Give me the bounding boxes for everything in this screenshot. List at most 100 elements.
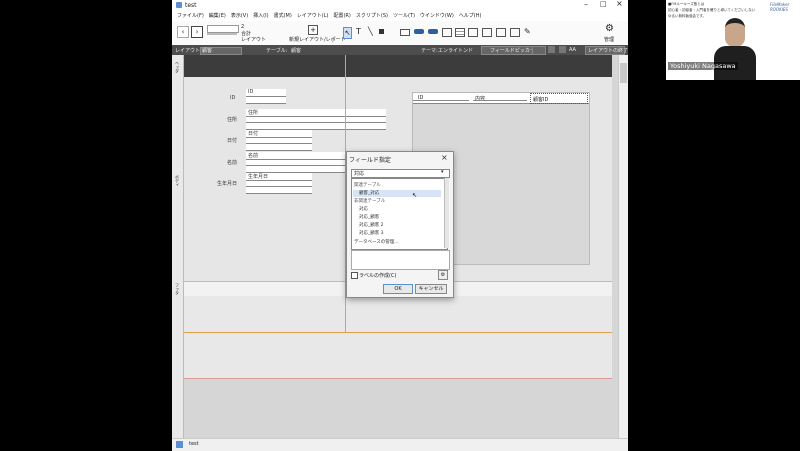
ok-button[interactable]: OK [383,284,413,294]
tab-control-tool-icon[interactable] [442,28,452,37]
field-label-birthday: 生年月日 [217,181,238,187]
line-tool-icon[interactable]: ╲ [368,27,373,36]
new-layout-button[interactable]: 新規レイアウト/レポート [289,36,346,43]
menu-layout[interactable]: レイアウト(L) [297,11,329,21]
create-label-checkbox[interactable] [351,272,358,279]
layout-value: 顧客 [202,48,213,54]
field-picker-label: フィールドピッカー [490,48,535,54]
taskbar: test [172,438,628,451]
theme-value[interactable]: エンライトンド [438,47,473,54]
menu-tools[interactable]: ツール(T) [393,11,415,21]
text-tool-icon[interactable]: T [356,27,361,36]
layout-label: レイアウト: [175,48,202,54]
next-icon[interactable]: › [191,26,203,38]
list-item[interactable]: 対応_顧客 [359,214,379,220]
field-id-line [246,96,286,97]
app-window: test – □ × ファイル(F) 編集(E) 表示(V) 挿入(I) 書式(M) レイ… [172,0,628,450]
menu-view[interactable]: 表示(V) [231,11,248,21]
app-icon [176,2,182,8]
portal-row: ID 内容 顧客ID [413,93,589,104]
close-icon[interactable]: × [441,153,448,162]
table-select[interactable]: 対応 ▾ [351,169,450,178]
slide-control-tool-icon[interactable] [468,28,478,37]
list-item[interactable]: 対応 [359,206,368,212]
presenter-avatar [714,18,756,80]
manage-database-item[interactable]: データベースの管理... [354,239,399,245]
manage-button[interactable]: 管理 [604,36,614,43]
theme-label: テーマ: [421,48,438,54]
field-date-name: 日付 [248,131,259,137]
table-dropdown-list: 関連テーブル 顧客_対応 非関連テーブル 対応 対応_顧客 対応_顧客 2 対応… [351,178,448,250]
field-birthday-line [246,186,312,187]
trailing-part [184,296,612,379]
field-label-address: 住所 [227,117,238,123]
menu-format[interactable]: 書式(M) [274,11,292,21]
view-select[interactable] [532,46,546,55]
field-tool-icon[interactable] [400,29,410,36]
list-group-header: 関連テーブル [354,183,381,188]
aa-button[interactable]: AA [569,47,576,53]
footer-part-tab[interactable]: フッタ [174,283,180,295]
pointer-tool-icon[interactable]: ↖ [343,27,352,39]
field-birthday-name: 生年月日 [248,174,269,180]
minimize-icon[interactable]: – [584,0,588,9]
field-name[interactable]: 名前 [246,152,346,173]
menu-insert[interactable]: 挿入(I) [253,11,268,21]
portal-column-line [473,100,527,101]
specify-field-dialog: フィールド指定 × 対応 ▾ 関連テーブル 顧客_対応 非関連テーブル 対応 対… [346,151,454,298]
list-item[interactable]: 対応_顧客 2 [359,222,384,228]
field-id-name: ID [248,89,254,95]
menu-window[interactable]: ウインドウ(W) [420,11,454,21]
menu-help[interactable]: ヘルプ(H) [459,11,482,21]
list-scrollbar[interactable] [444,178,449,248]
menu-arrange[interactable]: 配置(R) [333,11,350,21]
rookies-logo: FileMaker ROOKIES [770,2,790,12]
inspector-icon[interactable] [559,46,566,53]
list-item[interactable]: 顧客_対応 [359,190,379,196]
table-label: テーブル: [266,48,288,54]
list-item[interactable]: 対応_顧客 3 [359,230,384,236]
field-list[interactable] [351,250,450,270]
web-viewer-tool-icon[interactable] [496,28,506,37]
menu-scripts[interactable]: スクリプト(S) [356,11,388,21]
button-tool-icon[interactable] [414,29,424,34]
field-id[interactable]: ID [246,89,286,104]
mouse-cursor-icon: ↖ [412,192,418,199]
new-layout-icon[interactable]: + [308,25,318,35]
portal-column-customer-id[interactable]: 顧客ID [530,93,588,104]
rectangle-tool-icon[interactable] [379,29,384,34]
body-part-tab[interactable]: ボディ [174,175,180,187]
field-address[interactable]: 住所 [246,109,386,130]
page-number-input[interactable] [207,25,239,33]
format-painter-icon[interactable]: ✎ [524,27,531,36]
maximize-icon[interactable]: □ [600,0,607,8]
taskbar-item[interactable]: test [186,439,202,449]
field-address-line [246,122,386,123]
header-part-tab[interactable]: ヘッダ [174,61,180,73]
page-slider[interactable] [207,33,237,35]
settings-icon[interactable]: ⚙ [438,270,448,280]
menu-edit[interactable]: 編集(E) [209,11,226,21]
previous-icon[interactable]: ‹ [177,26,189,38]
menu-file[interactable]: ファイル(F) [177,11,204,21]
field-date[interactable]: 日付 [246,130,312,151]
gear-icon[interactable]: ⚙ [605,23,614,34]
button-bar-tool-icon[interactable] [428,29,438,34]
cancel-button[interactable]: キャンセル [415,284,447,294]
field-label-name: 名前 [227,160,238,166]
scroll-thumb[interactable] [620,63,627,83]
field-name-name: 名前 [248,153,259,159]
camera-icon[interactable] [548,46,555,53]
field-address-name: 住所 [248,110,259,116]
field-date-line [246,143,312,144]
field-date-line [246,137,312,138]
field-birthday[interactable]: 生年月日 [246,173,312,194]
portal-tool-icon[interactable] [455,28,465,37]
close-icon[interactable]: × [616,0,623,8]
vertical-scrollbar[interactable] [618,55,628,450]
app-taskbar-icon[interactable] [176,441,183,448]
chart-tool-icon[interactable] [510,28,520,37]
field-birthday-line [246,180,312,181]
toolbar: ‹ › 2 合計 レイアウト + 新規レイアウト/レポート ↖ T ╲ ✎ ⚙ … [172,21,628,46]
popover-tool-icon[interactable] [482,28,492,37]
